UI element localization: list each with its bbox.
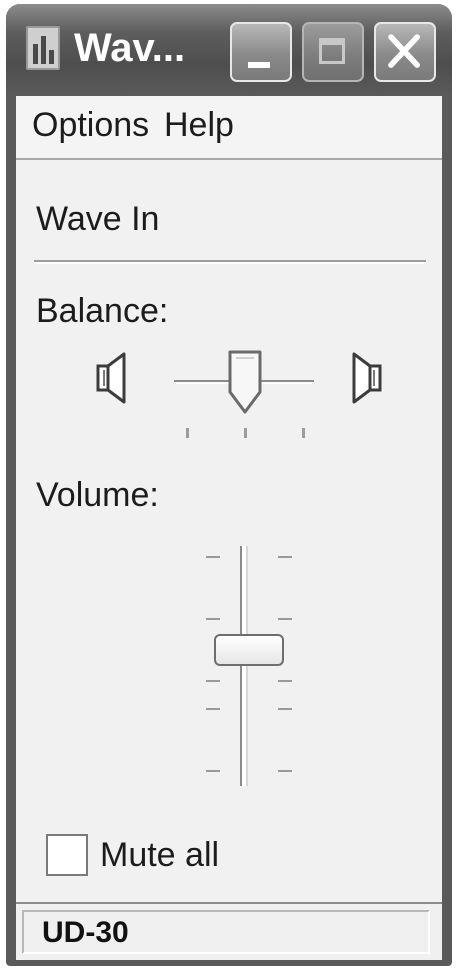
device-name: Wave In	[36, 200, 160, 238]
status-panel: UD-30	[22, 910, 430, 954]
status-device-text: UD-30	[42, 916, 129, 949]
mute-all-checkbox[interactable]	[46, 834, 88, 876]
volume-tick	[206, 770, 220, 772]
maximize-icon	[319, 38, 345, 64]
speaker-right-icon	[352, 352, 382, 404]
mixer-app-icon[interactable]	[26, 26, 60, 70]
volume-tick	[278, 708, 292, 710]
minimize-button[interactable]	[230, 22, 292, 82]
balance-tick	[244, 428, 247, 438]
volume-tick	[278, 556, 292, 558]
menu-help[interactable]: Help	[164, 106, 234, 145]
volume-tick	[206, 680, 220, 682]
volume-tick	[206, 618, 220, 620]
balance-tick	[302, 428, 305, 438]
app-icon-bar	[41, 36, 46, 64]
minimize-icon	[248, 62, 270, 68]
menu-bar: Options Help	[16, 96, 442, 160]
app-icon-bar	[49, 50, 54, 64]
separator	[34, 260, 426, 264]
volume-slider-thumb[interactable]	[214, 634, 284, 666]
maximize-button[interactable]	[302, 22, 364, 82]
volume-tick	[278, 680, 292, 682]
volume-tick	[206, 708, 220, 710]
menu-options[interactable]: Options	[32, 106, 149, 145]
volume-track[interactable]	[240, 546, 248, 786]
status-bar: UD-30	[16, 902, 442, 960]
mixer-client-area: Options Help Wave In Balance: Volume: Mu…	[16, 96, 442, 960]
volume-tick	[206, 556, 220, 558]
speaker-left-icon	[96, 352, 126, 404]
close-icon	[388, 34, 420, 68]
volume-tick	[278, 770, 292, 772]
title-bar[interactable]: Wav...	[6, 4, 452, 96]
balance-slider-thumb[interactable]	[226, 348, 264, 416]
close-button[interactable]	[374, 22, 436, 82]
volume-tick	[278, 618, 292, 620]
balance-label: Balance:	[36, 292, 169, 330]
app-icon-bar	[33, 44, 38, 64]
mute-all-label[interactable]: Mute all	[100, 836, 219, 875]
window-title: Wav...	[74, 26, 186, 70]
volume-label: Volume:	[36, 476, 159, 514]
balance-tick	[186, 428, 189, 438]
mixer-window: Wav... Options Help Wave In Balance: Vol…	[6, 4, 452, 966]
